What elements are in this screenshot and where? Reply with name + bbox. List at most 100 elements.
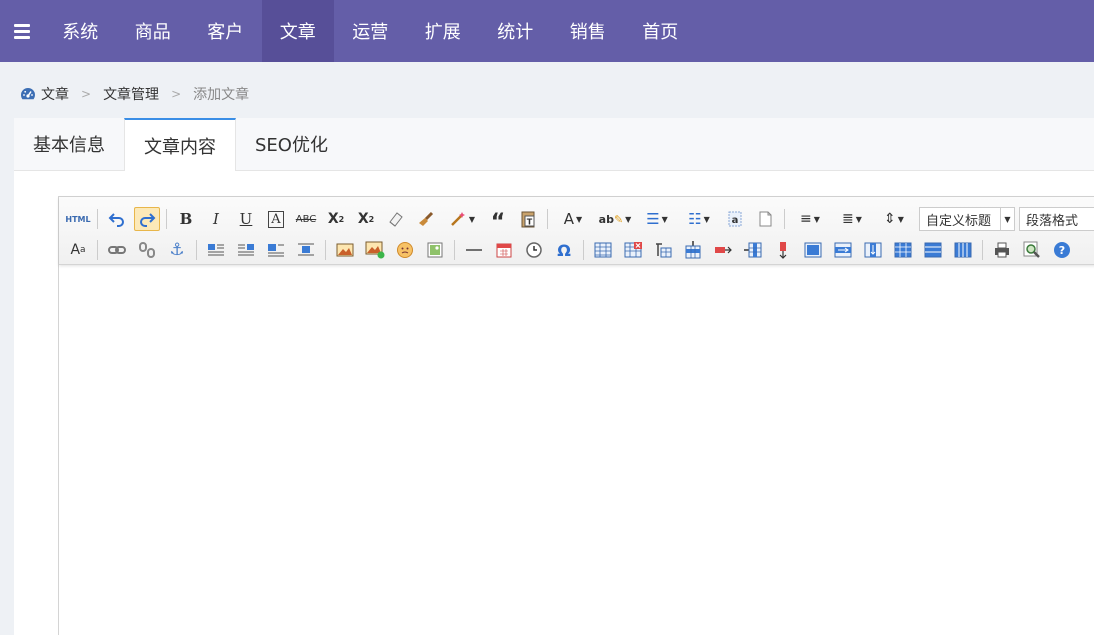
toolbar-separator <box>97 240 98 260</box>
insert-image-icon[interactable] <box>332 238 358 262</box>
split-to-rows-icon[interactable] <box>920 238 946 262</box>
nav-item-sales[interactable]: 销售 <box>552 0 625 62</box>
delete-column-icon[interactable] <box>770 238 796 262</box>
unordered-list-icon[interactable]: ☷ ▼ <box>680 207 718 231</box>
top-nav: 系统 商品 客户 文章 运营 扩展 统计 销售 首页 <box>0 0 1094 62</box>
paragraph-spacing-icon[interactable]: ≣ ▼ <box>833 207 871 231</box>
merge-cells-icon[interactable] <box>800 238 826 262</box>
date-icon[interactable] <box>491 238 517 262</box>
highlight-color-icon[interactable]: ab ✎ ▼ <box>596 207 634 231</box>
scrawl-icon[interactable] <box>422 238 448 262</box>
ordered-list-icon[interactable]: ☰ ▼ <box>638 207 676 231</box>
html-source-label: HTML <box>65 214 91 224</box>
insert-paragraph-before-table-icon[interactable] <box>650 238 676 262</box>
toolbar-separator <box>196 240 197 260</box>
multi-image-icon[interactable] <box>362 238 388 262</box>
merge-right-icon[interactable] <box>830 238 856 262</box>
nav-item-home[interactable]: 首页 <box>624 0 697 62</box>
tab-seo[interactable]: SEO优化 <box>236 118 347 170</box>
unlink-icon[interactable] <box>134 238 160 262</box>
preview-icon[interactable] <box>1019 238 1045 262</box>
indent-spacing-icon[interactable]: ⇕ ▼ <box>875 207 913 231</box>
chevron-down-icon: ▼ <box>1000 208 1014 230</box>
nav-item-statistics[interactable]: 统计 <box>479 0 552 62</box>
insert-table-icon[interactable] <box>590 238 616 262</box>
svg-text:a: a <box>732 215 739 226</box>
editor-toolbar: HTML B I U A ABC X2 X2 ▼ “ T A ▼ ab ✎ ▼ … <box>59 197 1094 265</box>
emotion-icon[interactable] <box>392 238 418 262</box>
toolbar-separator <box>454 240 455 260</box>
image-center-icon[interactable] <box>293 238 319 262</box>
toolbar-separator <box>325 240 326 260</box>
redo-icon[interactable] <box>134 207 160 231</box>
custom-heading-select-value: 自定义标题 <box>926 213 992 229</box>
breadcrumb: 文章 > 文章管理 > 添加文章 <box>20 84 249 104</box>
breadcrumb-item-articles[interactable]: 文章 <box>41 84 69 104</box>
underline-icon[interactable]: U <box>233 207 259 231</box>
delete-row-icon[interactable] <box>710 238 736 262</box>
nav-item-customers[interactable]: 客户 <box>189 0 262 62</box>
menu-toggle-icon[interactable] <box>0 0 44 62</box>
nav-item-products[interactable]: 商品 <box>117 0 190 62</box>
line-height-icon[interactable]: ≡ ▼ <box>791 207 829 231</box>
help-icon[interactable]: ? <box>1049 238 1075 262</box>
superscript-icon[interactable]: X2 <box>323 207 349 231</box>
font-color-icon[interactable]: A ▼ <box>554 207 592 231</box>
rich-text-editor: HTML B I U A ABC X2 X2 ▼ “ T A ▼ ab ✎ ▼ … <box>58 196 1094 635</box>
breadcrumb-separator: > <box>81 87 92 101</box>
toolbar-separator <box>583 240 584 260</box>
toolbar-separator <box>784 209 785 229</box>
horizontal-rule-icon[interactable] <box>461 238 487 262</box>
split-to-cols-icon[interactable] <box>950 238 976 262</box>
blockquote-icon[interactable]: “ <box>485 207 511 234</box>
breadcrumb-separator: > <box>171 87 182 101</box>
rowspacing-icon[interactable]: a <box>722 207 748 231</box>
insert-column-icon[interactable] <box>740 238 766 262</box>
print-icon[interactable] <box>989 238 1015 262</box>
format-painter-icon[interactable] <box>413 207 439 231</box>
bold-icon[interactable]: B <box>173 207 199 231</box>
subscript-icon[interactable]: X2 <box>353 207 379 231</box>
tab-basic-info[interactable]: 基本信息 <box>14 118 124 170</box>
svg-text:?: ? <box>1059 244 1065 257</box>
split-to-cells-icon[interactable] <box>890 238 916 262</box>
custom-heading-select[interactable]: 自定义标题 ▼ <box>919 207 1015 231</box>
merge-down-icon[interactable] <box>860 238 886 262</box>
nav-item-system[interactable]: 系统 <box>44 0 117 62</box>
image-float-right-icon[interactable] <box>233 238 259 262</box>
time-icon[interactable] <box>521 238 547 262</box>
anchor-icon[interactable]: ⚓ <box>164 238 190 262</box>
auto-format-icon[interactable]: ▼ <box>443 207 481 231</box>
html-source-button[interactable]: HTML <box>65 207 91 231</box>
toolbar-separator <box>982 240 983 260</box>
content-panel: 基本信息 文章内容 SEO优化 HTML B I U A ABC X 2 X 2… <box>14 118 1094 635</box>
paragraph-format-select-value: 段落格式 <box>1026 213 1079 229</box>
delete-table-icon[interactable] <box>620 238 646 262</box>
toolbar-separator <box>547 209 548 229</box>
font-size-icon[interactable]: Aa <box>65 238 91 262</box>
tab-article-content[interactable]: 文章内容 <box>124 118 236 171</box>
paste-plain-icon[interactable]: T <box>515 207 541 231</box>
paragraph-format-select[interactable]: 段落格式 <box>1019 207 1094 231</box>
undo-icon[interactable] <box>104 207 130 231</box>
nav-item-articles[interactable]: 文章 <box>261 0 334 62</box>
strikethrough-icon[interactable]: ABC <box>293 207 319 231</box>
dashboard-icon <box>21 88 35 100</box>
page-break-icon[interactable] <box>752 207 778 231</box>
italic-icon[interactable]: I <box>203 207 229 231</box>
toolbar-separator <box>166 209 167 229</box>
nav-item-operations[interactable]: 运营 <box>334 0 407 62</box>
insert-row-icon[interactable] <box>680 238 706 262</box>
nav-item-extensions[interactable]: 扩展 <box>407 0 480 62</box>
font-border-icon[interactable]: A <box>263 207 289 231</box>
svg-text:T: T <box>527 218 533 227</box>
eraser-icon[interactable] <box>383 207 409 231</box>
editor-content-area[interactable] <box>59 265 1094 635</box>
breadcrumb-item-add-article: 添加文章 <box>193 87 250 103</box>
special-characters-icon[interactable]: Ω <box>551 238 577 262</box>
image-float-left-icon[interactable] <box>203 238 229 262</box>
image-none-icon[interactable] <box>263 238 289 262</box>
link-icon[interactable] <box>104 238 130 262</box>
breadcrumb-item-article-management[interactable]: 文章管理 <box>103 84 159 104</box>
toolbar-separator <box>97 209 98 229</box>
